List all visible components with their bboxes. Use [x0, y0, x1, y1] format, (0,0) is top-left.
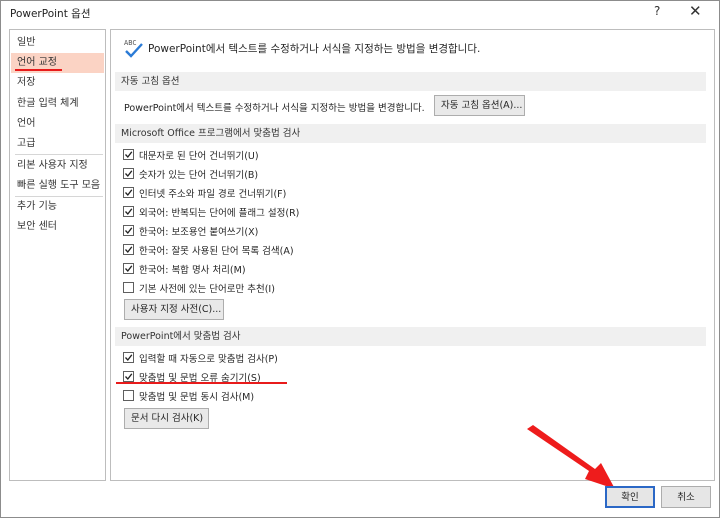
sidebar-item-customize-ribbon[interactable]: 리본 사용자 지정 [11, 156, 104, 176]
annotation-underline [116, 382, 287, 384]
autocorrect-description: PowerPoint에서 텍스트를 수정하거나 서식을 지정하는 방법을 변경합… [124, 103, 425, 114]
checkbox[interactable] [123, 390, 134, 401]
checkbox-label: 기본 사전에 있는 단어로만 추천(I) [139, 284, 275, 295]
sidebar-item-advanced[interactable]: 고급 [11, 134, 104, 154]
checkbox-label: 맞춤법 및 문법 동시 검사(M) [139, 392, 255, 403]
autocorrect-options-button[interactable]: 자동 고침 옵션(A)... [434, 95, 525, 116]
section-header-office-spelling: Microsoft Office 프로그램에서 맞춤법 검사 [115, 124, 706, 143]
category-sidebar: 일반 언어 교정 저장 한글 입력 체계 언어 고급 리본 사용자 지정 빠른 … [9, 29, 106, 481]
checkbox-label: 숫자가 있는 단어 건너뛰기(B) [139, 170, 259, 181]
checkbox[interactable] [123, 282, 134, 293]
checkbox[interactable] [123, 168, 134, 179]
recheck-document-button[interactable]: 문서 다시 검사(K) [124, 408, 209, 429]
checkbox[interactable] [123, 149, 134, 160]
sidebar-item-add-ins[interactable]: 추가 기능 [11, 197, 104, 217]
checkbox-label: 한국어: 복합 명사 처리(M) [139, 265, 246, 276]
help-icon[interactable]: ? [654, 4, 660, 18]
checkbox[interactable] [123, 206, 134, 217]
checkbox[interactable] [123, 352, 134, 363]
page-description: PowerPoint에서 텍스트를 수정하거나 서식을 지정하는 방법을 변경합… [148, 43, 481, 55]
sidebar-item-save[interactable]: 저장 [11, 73, 104, 93]
checkbox-label: 인터넷 주소와 파일 경로 건너뛰기(F) [139, 189, 287, 200]
proofing-panel: ABC PowerPoint에서 텍스트를 수정하거나 서식을 지정하는 방법을… [110, 29, 715, 481]
abc-check-icon: ABC [124, 39, 143, 58]
sidebar-item-language[interactable]: 언어 [11, 114, 104, 134]
section-header-autocorrect: 자동 고침 옵션 [115, 72, 706, 91]
annotation-underline [15, 69, 62, 71]
section-header-ppt-spelling: PowerPoint에서 맞춤법 검사 [115, 327, 706, 346]
checkbox-label: 대문자로 된 단어 건너뛰기(U) [139, 151, 259, 162]
custom-dictionaries-button[interactable]: 사용자 지정 사전(C)... [124, 299, 224, 320]
title-bar: PowerPoint 옵션 ? ✕ [1, 1, 719, 25]
checkbox-label: 외국어: 반복되는 단어에 플래그 설정(R) [139, 208, 300, 219]
checkbox-label: 입력할 때 자동으로 맞춤법 검사(P) [139, 354, 278, 365]
sidebar-item-korean-ime[interactable]: 한글 입력 체계 [11, 94, 104, 114]
svg-text:ABC: ABC [124, 39, 137, 47]
checkbox[interactable] [123, 187, 134, 198]
checkbox-label: 한국어: 잘못 사용된 단어 목록 검색(A) [139, 246, 294, 257]
checkbox-label: 한국어: 보조용언 붙여쓰기(X) [139, 227, 259, 238]
checkbox[interactable] [123, 244, 134, 255]
cancel-button[interactable]: 취소 [661, 486, 711, 508]
checkbox[interactable] [123, 263, 134, 274]
close-icon[interactable]: ✕ [689, 2, 702, 20]
sidebar-item-quick-access-toolbar[interactable]: 빠른 실행 도구 모음 [11, 176, 104, 196]
sidebar-item-general[interactable]: 일반 [11, 33, 104, 53]
sidebar-item-trust-center[interactable]: 보안 센터 [11, 217, 104, 237]
sidebar-divider [15, 154, 103, 155]
ok-button[interactable]: 확인 [605, 486, 655, 508]
dialog-title: PowerPoint 옵션 [10, 8, 91, 20]
options-dialog: PowerPoint 옵션 ? ✕ 일반 언어 교정 저장 한글 입력 체계 언… [0, 0, 720, 518]
checkbox[interactable] [123, 225, 134, 236]
checkbox[interactable] [123, 371, 134, 382]
